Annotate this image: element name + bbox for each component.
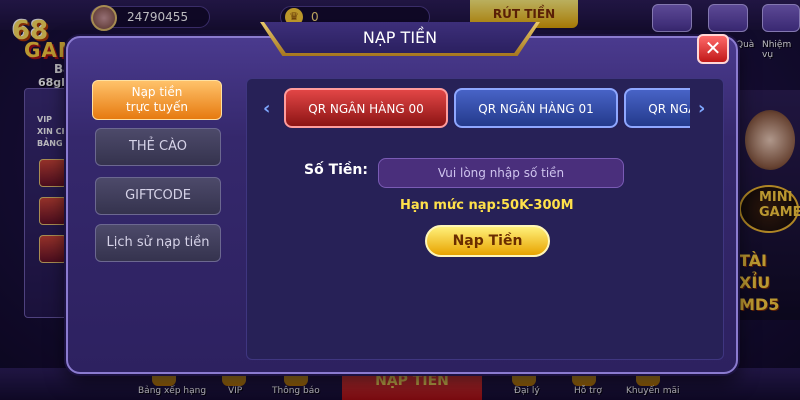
- tab-scratch-card[interactable]: THẺ CÀO: [95, 128, 221, 166]
- modal-title: NẠP TIỀN: [264, 22, 536, 53]
- amount-label: Số Tiền:: [304, 162, 368, 178]
- tab-online-deposit-line2: trực tuyến: [125, 100, 189, 114]
- tab-deposit-history[interactable]: Lịch sử nạp tiền: [95, 224, 221, 262]
- close-button[interactable]: ✕: [697, 34, 729, 64]
- bank-option-02[interactable]: QR NGÂN HÀNG 02: [624, 88, 690, 128]
- bank-option-01[interactable]: QR NGÂN HÀNG 01: [454, 88, 618, 128]
- carousel-next-icon[interactable]: ›: [698, 98, 705, 119]
- deposit-limit-text: Hạn mức nạp:50K-300M: [400, 198, 574, 213]
- carousel-prev-icon[interactable]: ‹: [263, 98, 270, 119]
- amount-input[interactable]: [378, 158, 624, 188]
- tab-online-deposit[interactable]: Nạp tiền trực tuyến: [92, 80, 222, 120]
- deposit-submit-button[interactable]: Nạp Tiền: [425, 225, 550, 257]
- bank-carousel: QR NGÂN HÀNG 00 QR NGÂN HÀNG 01 QR NGÂN …: [280, 86, 690, 132]
- bank-option-00[interactable]: QR NGÂN HÀNG 00: [284, 88, 448, 128]
- tab-online-deposit-line1: Nạp tiền: [131, 85, 183, 99]
- tab-giftcode[interactable]: GIFTCODE: [95, 177, 221, 215]
